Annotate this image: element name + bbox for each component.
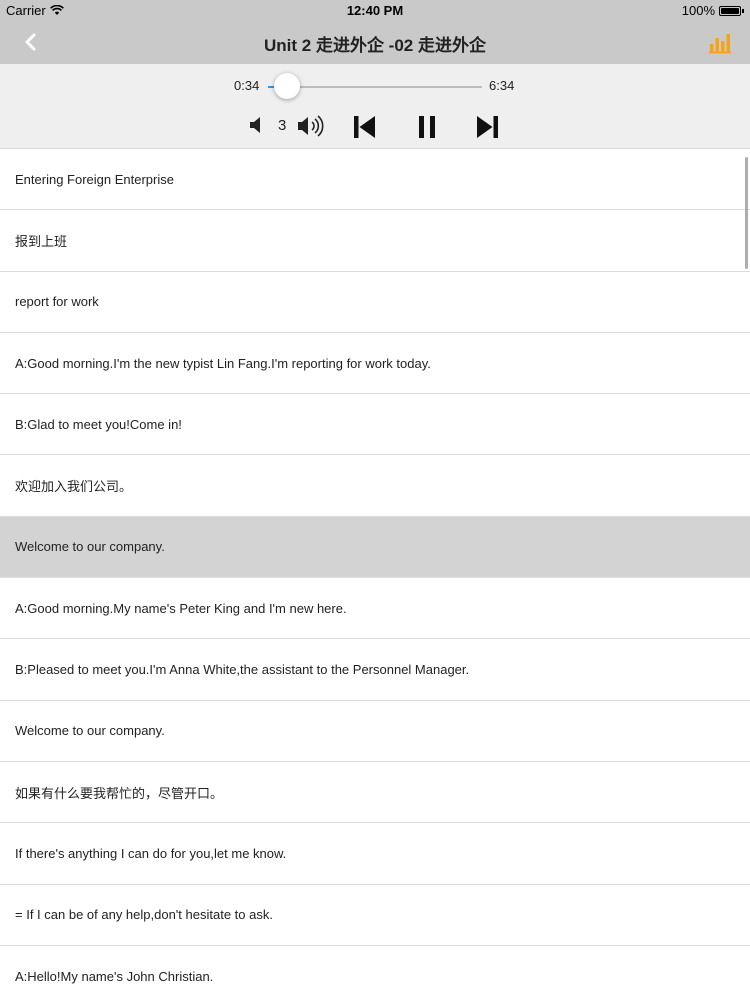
transcript-line-current[interactable]: Welcome to our company. — [0, 516, 750, 579]
transcript-line-text: Welcome to our company. — [15, 723, 165, 739]
transcript-line-text: Welcome to our company. — [15, 539, 165, 555]
transcript-line-text: 欢迎加入我们公司。 — [15, 479, 133, 495]
next-track-icon[interactable] — [474, 113, 502, 141]
pause-icon[interactable] — [413, 113, 441, 141]
transcript-line[interactable]: Entering Foreign Enterprise — [0, 149, 750, 211]
elapsed-time: 0:34 — [234, 78, 260, 93]
battery-indicator: 100% — [682, 3, 744, 18]
transcript-line[interactable]: If there's anything I can do for you,let… — [0, 823, 750, 885]
progress-thumb[interactable] — [274, 73, 301, 99]
volume-level: 3 — [278, 117, 287, 134]
transcript-line-text: If there's anything I can do for you,let… — [15, 845, 287, 861]
transcript-line[interactable]: A:Good morning.I'm the new typist Lin Fa… — [0, 333, 750, 395]
volume-up-icon[interactable] — [296, 113, 326, 139]
navigation-bar: Unit 2 走进外企 -02 走进外企 — [0, 20, 750, 64]
battery-icon — [719, 5, 741, 16]
progress-slider[interactable] — [268, 73, 482, 99]
transcript-line[interactable]: 如果有什么要我帮忙的，尽管开口。 — [0, 762, 750, 824]
transcript-line-text: B:Glad to meet you!Come in! — [15, 416, 182, 432]
total-time: 6:34 — [489, 78, 515, 93]
transcript-line[interactable]: report for work — [0, 272, 750, 333]
volume-down-icon[interactable] — [248, 115, 266, 135]
transcript-line-text: = If I can be of any help,don't hesitate… — [15, 907, 273, 923]
audio-player: 0:34 6:34 3 — [0, 64, 750, 149]
transcript-line-text: B:Pleased to meet you.I'm Anna White,the… — [15, 662, 470, 678]
scrollbar[interactable] — [745, 157, 748, 269]
transcript-line[interactable]: B:Pleased to meet you.I'm Anna White,the… — [0, 639, 750, 701]
previous-track-icon[interactable] — [350, 113, 378, 141]
transcript-line[interactable]: 报到上班 — [0, 210, 750, 272]
bar-chart-icon[interactable] — [708, 30, 732, 54]
clock: 12:40 PM — [346, 3, 404, 18]
transcript-line-text: Entering Foreign Enterprise — [15, 171, 174, 187]
transcript-line-text: 如果有什么要我帮忙的，尽管开口。 — [15, 785, 224, 801]
transcript-line[interactable]: = If I can be of any help,don't hesitate… — [0, 885, 750, 946]
transcript-line-text: A:Good morning.I'm the new typist Lin Fa… — [15, 355, 431, 371]
transcript-line[interactable]: 欢迎加入我们公司。 — [0, 455, 750, 517]
transcript-line[interactable]: A:Hello!My name's John Christian. — [0, 946, 750, 1000]
transcript-line-text: A:Hello!My name's John Christian. — [15, 968, 214, 984]
transcript-line[interactable]: Welcome to our company. — [0, 701, 750, 762]
transcript-line[interactable]: B:Glad to meet you!Come in! — [0, 394, 750, 456]
transcript-line-text: report for work — [15, 294, 99, 310]
transcript-line-text: A:Good morning.My name's Peter King and … — [15, 600, 347, 616]
page-title: Unit 2 走进外企 -02 走进外企 — [264, 36, 486, 55]
transcript-list[interactable]: Entering Foreign Enterprise 报到上班 report fo… — [0, 149, 750, 1000]
transcript-line-text: 报到上班 — [15, 233, 68, 249]
battery-percent: 100% — [681, 3, 715, 18]
status-bar: Carrier 12:40 PM 100% — [0, 0, 750, 20]
transcript-line[interactable]: A:Good morning.My name's Peter King and … — [0, 578, 750, 640]
